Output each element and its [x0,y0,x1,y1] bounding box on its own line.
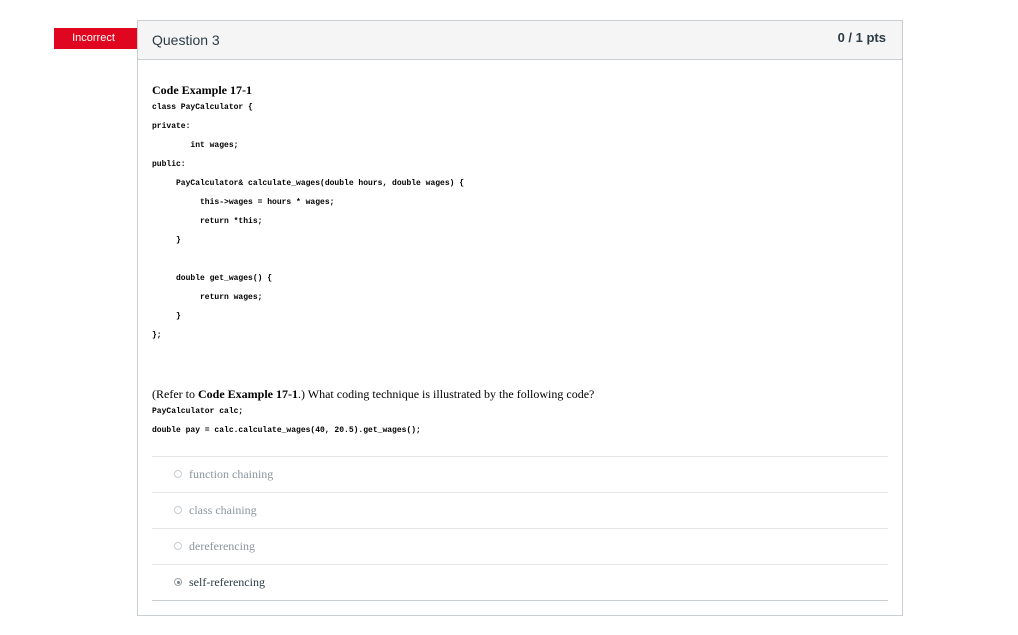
snippet-line: PayCalculator calc; [152,407,244,416]
code-line: double get_wages() { [152,274,273,283]
answer-label: class chaining [189,503,257,517]
code-line: } [152,312,181,321]
answer-option[interactable]: class chaining [152,492,888,528]
question-prompt: (Refer to Code Example 17-1.) What codin… [152,387,888,406]
code-line: return *this; [152,217,263,226]
answer-option-selected[interactable]: self-referencing [152,564,888,601]
answer-label: self-referencing [189,575,265,589]
prompt-prefix: (Refer to [152,387,198,401]
radio-button[interactable] [174,470,182,478]
answer-label: dereferencing [189,539,255,553]
radio-button[interactable] [174,506,182,514]
question-card: Question 3 0 / 1 pts Code Example 17-1 c… [137,20,903,616]
incorrect-flag: Incorrect [54,28,147,49]
question-header: Question 3 0 / 1 pts [138,21,902,60]
example-title: Code Example 17-1 [152,83,252,97]
code-line: int wages; [152,141,239,150]
code-line: this->wages = hours * wages; [152,198,335,207]
code-line: private: [152,122,191,131]
question-text: Code Example 17-1 class PayCalculator { … [152,83,888,444]
answer-option[interactable]: function chaining [152,456,888,492]
answer-list: function chaining class chaining derefer… [152,456,888,601]
code-line: return wages; [152,293,263,302]
question-title: Question 3 [152,32,220,48]
code-line: public: [152,160,186,169]
radio-button-selected[interactable] [174,578,182,586]
code-line: } [152,236,181,245]
radio-button[interactable] [174,542,182,550]
answer-option[interactable]: dereferencing [152,528,888,564]
prompt-reference: Code Example 17-1 [197,387,298,401]
prompt-suffix: .) What coding technique is illustrated … [297,387,595,401]
code-line: PayCalculator& calculate_wages(double ho… [152,179,465,188]
question-points: 0 / 1 pts [837,30,886,45]
snippet-line: double pay = calc.calculate_wages(40, 20… [152,426,421,435]
code-line: class PayCalculator { [152,103,253,112]
answer-label: function chaining [189,467,274,481]
code-line: }; [152,331,162,340]
